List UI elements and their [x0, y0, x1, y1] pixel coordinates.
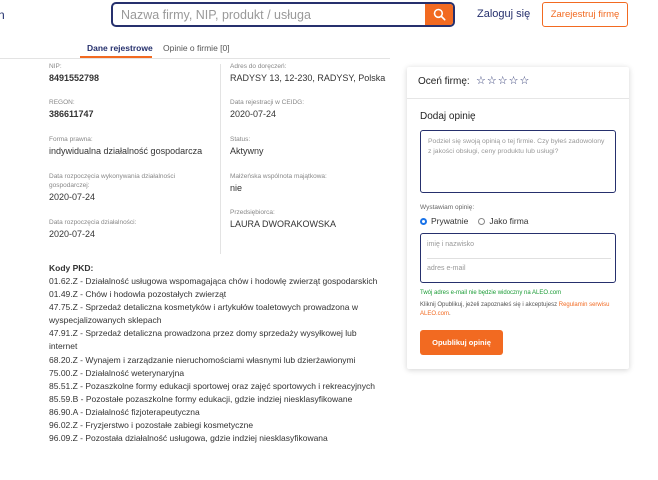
- star-icon[interactable]: ☆: [476, 74, 486, 87]
- start-business-value: 2020-07-24: [49, 192, 96, 202]
- radio-company-label[interactable]: Jako firma: [489, 216, 528, 226]
- terms-end: .: [449, 311, 451, 317]
- regon-label: REGON:: [49, 99, 75, 106]
- pkd-item: 01.49.Z - Chów i hodowla pozostałych zwi…: [49, 289, 227, 300]
- input-separator: [427, 258, 611, 259]
- regon-field: REGON: 386611747: [49, 98, 94, 119]
- add-review-title: Dodaj opinię: [420, 111, 476, 122]
- nip-label: NIP:: [49, 63, 62, 70]
- start-business-field: Data rozpoczęcia wykonywania działalnośc…: [49, 172, 199, 202]
- brand-fragment[interactable]: n: [0, 8, 5, 22]
- pkd-item: 96.02.Z - Fryzjerstwo i pozostałe zabieg…: [49, 420, 254, 431]
- pkd-item: 75.00.Z - Działalność weterynaryjna: [49, 367, 185, 378]
- search-icon: [433, 8, 446, 21]
- column-divider: [220, 64, 221, 254]
- rating-row: Oceń firmę: ☆ ☆ ☆ ☆ ☆: [407, 67, 629, 99]
- top-bar: n Zaloguj się Zarejestruj firmę: [0, 0, 658, 34]
- star-rating: ☆ ☆ ☆ ☆ ☆: [476, 74, 529, 87]
- radio-company[interactable]: [478, 217, 486, 225]
- status-field: Status: Aktywny: [230, 135, 264, 156]
- star-icon[interactable]: ☆: [520, 74, 530, 87]
- address-label: Adres do doręczeń:: [230, 63, 287, 70]
- pkd-section: Kody PKD: 01.62.Z - Działalność usługowa…: [49, 263, 384, 445]
- start-business-label: Data rozpoczęcia wykonywania działalnośc…: [49, 173, 176, 189]
- search-button[interactable]: [425, 4, 453, 25]
- address-field: Adres do doręczeń: RADYSY 13, 12-230, RA…: [230, 62, 385, 83]
- pkd-item: 01.62.Z - Działalność usługowa wspomagaj…: [49, 276, 378, 286]
- review-textarea[interactable]: Podziel się swoją opinią o tej firmie. C…: [420, 130, 616, 193]
- ceidg-field: Data rejestracji w CEIDG: 2020-07-24: [230, 98, 304, 119]
- pkd-item: 68.20.Z - Wynajem i zarządzanie nierucho…: [49, 354, 356, 365]
- star-icon[interactable]: ☆: [509, 74, 519, 87]
- publish-review-button[interactable]: Opublikuj opinię: [420, 330, 503, 355]
- star-icon[interactable]: ☆: [498, 74, 508, 87]
- register-button[interactable]: Zarejestruj firmę: [542, 2, 628, 27]
- start-activity-value: 2020-07-24: [49, 229, 96, 239]
- marital-value: nie: [230, 183, 243, 193]
- pkd-item: 96.09.Z - Pozostała działalność usługowa…: [49, 433, 328, 444]
- pkd-item: 85.51.Z - Pozaszkolne formy edukacji spo…: [49, 380, 375, 391]
- pkd-item: 47.91.Z - Sprzedaż detaliczna prowadzona…: [49, 328, 357, 352]
- pkd-title: Kody PKD:: [49, 263, 94, 273]
- rate-label: Oceń firmę:: [418, 76, 470, 87]
- start-activity-field: Data rozpoczęcia działalności: 2020-07-2…: [49, 218, 136, 239]
- legal-form-label: Forma prawna:: [49, 136, 93, 143]
- owner-field: Przedsiębiorca: LAURA DWORAKOWSKA: [230, 208, 336, 229]
- ceidg-value: 2020-07-24: [230, 109, 277, 119]
- owner-label: Przedsiębiorca:: [230, 209, 275, 216]
- legal-form-field: Forma prawna: indywidualna działalność g…: [49, 135, 202, 156]
- radio-private[interactable]: [420, 217, 427, 225]
- status-value: Aktywny: [230, 146, 264, 156]
- name-input[interactable]: imię i nazwisko: [427, 241, 474, 248]
- nip-field: NIP: 8491552798: [49, 62, 99, 83]
- tab-reviews[interactable]: Opinie o firmie [0]: [163, 43, 230, 53]
- terms-text: Kliknij Opublikuj, jeżeli zapoznałeś się…: [420, 302, 559, 308]
- tab-registry-data[interactable]: Dane rejestrowe: [87, 43, 153, 53]
- regon-value: 386611747: [49, 109, 94, 119]
- star-icon[interactable]: ☆: [487, 74, 497, 87]
- search-input[interactable]: [113, 4, 425, 25]
- issuer-radio-group: Prywatnie Jako firma: [420, 216, 529, 226]
- email-privacy-note: Twój adres e-mail nie będzie widoczny na…: [420, 290, 562, 296]
- tabs-divider: [0, 58, 390, 59]
- nip-value: 8491552798: [49, 73, 100, 83]
- contact-inputs: imię i nazwisko adres e-mail: [420, 233, 616, 283]
- pkd-item: 86.90.A - Działalność fizjoterapeutyczna: [49, 406, 200, 417]
- pkd-item: 47.75.Z - Sprzedaż detaliczna kosmetyków…: [49, 302, 358, 326]
- login-link[interactable]: Zaloguj się: [477, 8, 530, 20]
- marital-field: Małżeńska wspólnota majątkowa: nie: [230, 172, 327, 193]
- pkd-item: 85.59.B - Pozostałe pozaszkolne formy ed…: [49, 393, 353, 404]
- search-box: [111, 2, 455, 27]
- start-activity-label: Data rozpoczęcia działalności:: [49, 219, 137, 226]
- status-label: Status:: [230, 136, 251, 143]
- legal-form-value: indywidualna działalność gospodarcza: [49, 146, 203, 156]
- address-value: RADYSY 13, 12-230, RADYSY, Polska: [230, 73, 386, 83]
- ceidg-label: Data rejestracji w CEIDG:: [230, 99, 305, 106]
- terms-note: Kliknij Opublikuj, jeżeli zapoznałeś się…: [420, 301, 620, 319]
- review-panel: Oceń firmę: ☆ ☆ ☆ ☆ ☆ Dodaj opinię Podzi…: [407, 67, 629, 369]
- marital-label: Małżeńska wspólnota majątkowa:: [230, 173, 327, 180]
- owner-value: LAURA DWORAKOWSKA: [230, 219, 337, 229]
- issuer-label: Wystawiam opinię:: [420, 204, 475, 211]
- email-input[interactable]: adres e-mail: [427, 265, 466, 272]
- radio-private-label[interactable]: Prywatnie: [431, 216, 468, 226]
